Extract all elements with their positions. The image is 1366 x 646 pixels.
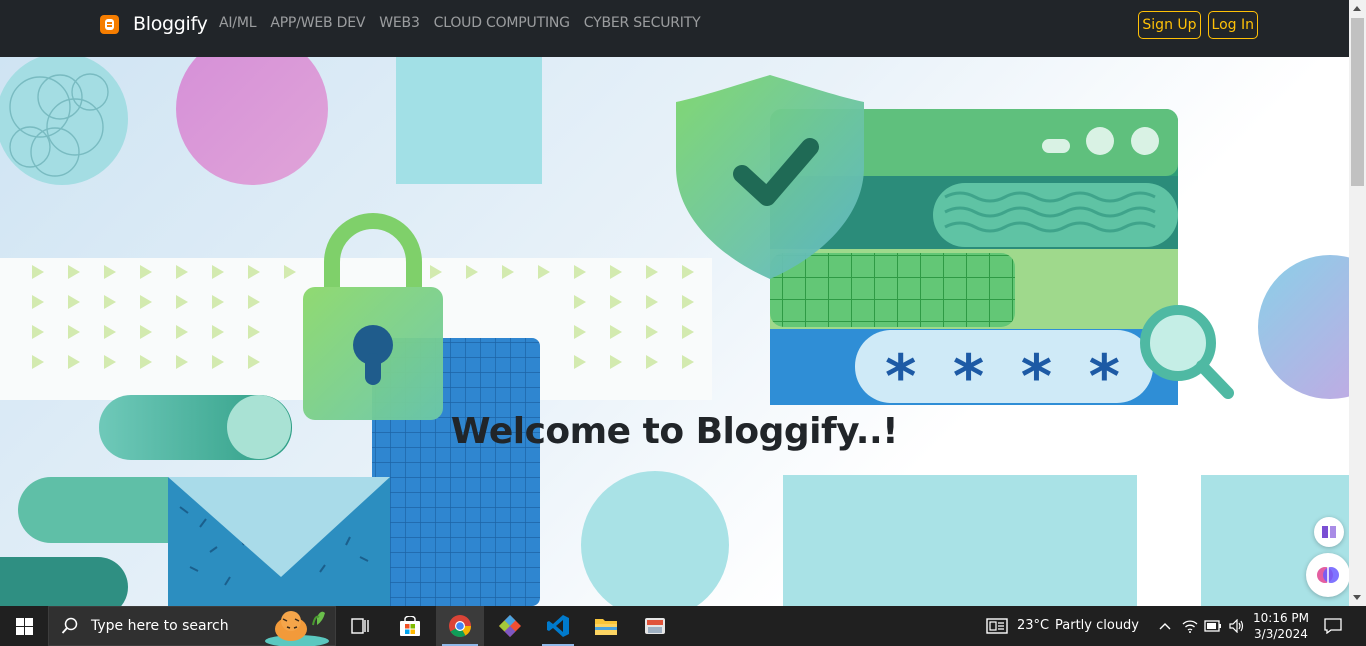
task-view-icon — [351, 618, 369, 634]
task-view-button[interactable] — [336, 606, 384, 646]
blogger-logo-icon — [100, 14, 119, 34]
app-button[interactable] — [632, 606, 678, 646]
news-weather-icon — [986, 618, 1008, 634]
weather-description: Partly cloudy — [1055, 618, 1139, 633]
battery-icon — [1204, 620, 1221, 632]
chrome-button[interactable] — [436, 606, 484, 646]
taskbar-search[interactable]: Type here to search — [48, 606, 336, 646]
nav-link-cloud-computing[interactable]: CLOUD COMPUTING — [434, 15, 570, 31]
scroll-up-arrow-icon[interactable] — [1353, 6, 1361, 11]
nav-link-web3[interactable]: WEB3 — [379, 15, 420, 31]
battery-button[interactable] — [1202, 606, 1224, 646]
hero-banner: **** Welcome to Bloggify..! — [0, 57, 1349, 606]
auth-buttons: Sign Up Log In — [1138, 11, 1258, 39]
hero-illustration: **** — [0, 57, 1349, 606]
notification-center-button[interactable] — [1318, 606, 1348, 646]
nav-link-app-web-dev[interactable]: APP/WEB DEV — [270, 15, 365, 31]
windows-taskbar: Type here to search 23°C Partly cloudy 1… — [0, 606, 1366, 646]
chevron-up-icon — [1159, 623, 1171, 630]
speaker-icon — [1229, 619, 1244, 633]
search-placeholder: Type here to search — [91, 618, 229, 634]
brain-icon — [1317, 567, 1339, 583]
clock-date: 3/3/2024 — [1254, 627, 1308, 641]
vscode-icon — [547, 615, 569, 637]
show-hidden-icons-button[interactable] — [1154, 606, 1176, 646]
search-icon — [61, 617, 78, 634]
scroll-thumb[interactable] — [1351, 18, 1364, 186]
nav-links: AI/ML APP/WEB DEV WEB3 CLOUD COMPUTING C… — [219, 15, 714, 31]
page-scrollbar[interactable] — [1349, 0, 1366, 606]
clock[interactable]: 10:16 PM 3/3/2024 — [1250, 606, 1312, 646]
book-icon — [1322, 526, 1336, 538]
file-explorer-button[interactable] — [584, 606, 628, 646]
microsoft-store-icon — [400, 616, 420, 636]
start-button[interactable] — [0, 606, 48, 646]
wifi-icon — [1182, 620, 1198, 633]
brand-name[interactable]: Bloggify — [133, 13, 208, 35]
git-button[interactable] — [486, 606, 534, 646]
nav-link-cyber-security[interactable]: CYBER SECURITY — [584, 15, 701, 31]
tiger-search-highlight-icon — [265, 611, 329, 646]
chrome-icon — [449, 615, 471, 637]
welcome-heading: Welcome to Bloggify..! — [450, 411, 899, 452]
weather-temperature: 23°C — [1017, 618, 1050, 633]
wifi-button[interactable] — [1180, 606, 1200, 646]
git-icon — [499, 615, 521, 637]
weather-widget[interactable]: 23°C Partly cloudy — [982, 606, 1152, 646]
windows-logo-icon — [15, 617, 33, 635]
top-navbar: Bloggify AI/ML APP/WEB DEV WEB3 CLOUD CO… — [0, 0, 1349, 57]
login-button[interactable]: Log In — [1207, 11, 1258, 39]
app-icon — [645, 618, 665, 634]
nav-link-ai-ml[interactable]: AI/ML — [219, 15, 257, 31]
notification-icon — [1324, 618, 1342, 634]
signup-button[interactable]: Sign Up — [1138, 11, 1201, 39]
scroll-down-arrow-icon[interactable] — [1353, 595, 1361, 600]
reader-mode-button[interactable] — [1314, 517, 1344, 547]
ai-assistant-button[interactable] — [1306, 553, 1350, 597]
brand[interactable]: Bloggify — [100, 12, 208, 36]
file-explorer-icon — [595, 619, 617, 635]
clock-time: 10:16 PM — [1253, 611, 1309, 625]
vscode-button[interactable] — [536, 606, 580, 646]
microsoft-store-button[interactable] — [386, 606, 434, 646]
volume-button[interactable] — [1226, 606, 1248, 646]
